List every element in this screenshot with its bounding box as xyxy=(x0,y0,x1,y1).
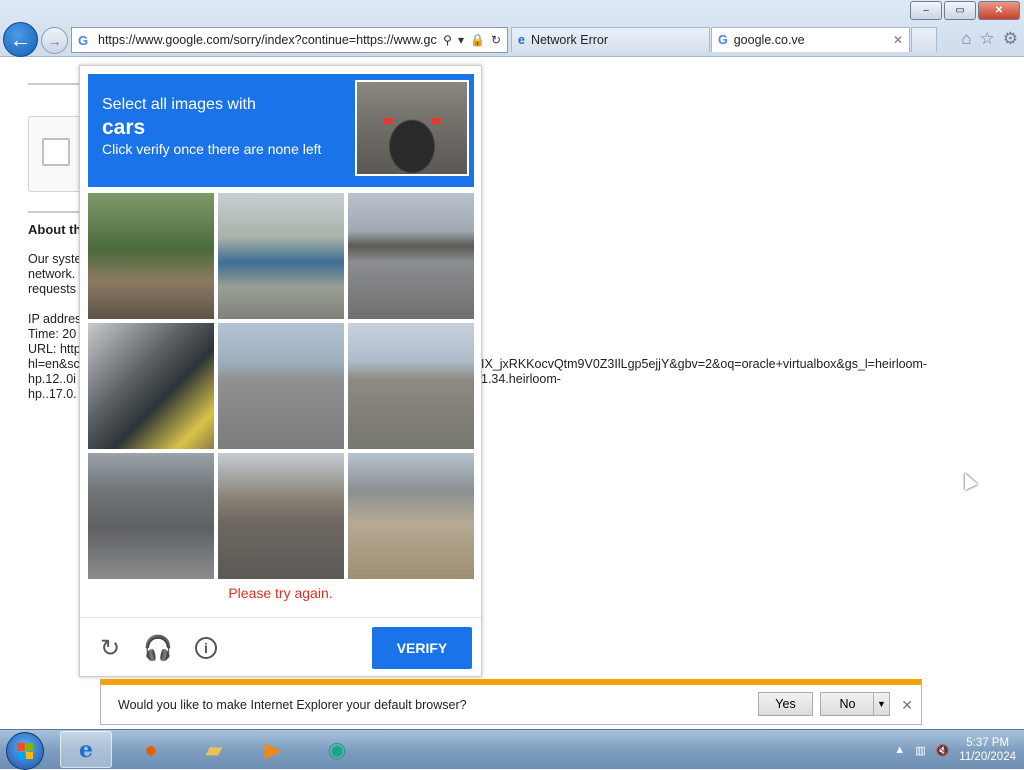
grid-tile[interactable] xyxy=(348,323,474,449)
lock-icon[interactable]: 🔒 xyxy=(470,33,485,47)
grid-tile[interactable] xyxy=(88,193,214,319)
browser-chrome: – ▭ ✕ ← → G https://www.google.com/sorry… xyxy=(0,0,1024,57)
paragraph-line: Our syste xyxy=(28,252,82,266)
forward-button[interactable]: → xyxy=(41,27,68,54)
image-grid xyxy=(88,193,474,579)
url-overflow-line: 1.34.heirloom- xyxy=(481,372,561,386)
file-explorer-icon[interactable]: ▰ xyxy=(188,731,240,768)
recaptcha-dialog: Select all images with cars Click verify… xyxy=(79,65,482,677)
time: 5:37 PM xyxy=(966,737,1010,749)
default-browser-notification: Would you like to make Internet Explorer… xyxy=(100,679,922,725)
mouse-cursor-icon xyxy=(958,469,978,491)
tab-google[interactable]: G google.co.ve ✕ xyxy=(711,27,910,52)
captcha-footer: ↻ 🎧 i VERIFY xyxy=(80,617,481,677)
grid-tile[interactable] xyxy=(348,193,474,319)
ip-line: URL: http xyxy=(28,342,81,356)
google-icon: G xyxy=(718,33,728,47)
system-tray: ▲ ▥ 🔇 5:37 PM 11/20/2024 xyxy=(894,734,1016,766)
internet-explorer-icon[interactable]: e xyxy=(60,731,112,768)
maximize-button[interactable]: ▭ xyxy=(944,1,976,20)
notification-message: Would you like to make Internet Explorer… xyxy=(118,698,467,712)
ie-icon: e xyxy=(518,33,525,47)
taskbar: e ● ▰ ▶ ◉ ▲ ▥ 🔇 5:37 PM 11/20/2024 xyxy=(0,729,1024,770)
forward-arrow-icon: → xyxy=(47,32,62,49)
search-icon[interactable]: ⚲ xyxy=(443,33,452,47)
google-icon: G xyxy=(78,32,89,48)
paragraph-line: requests xyxy=(28,282,76,296)
no-dropdown-icon[interactable]: ▼ xyxy=(873,692,890,716)
captcha-header: Select all images with cars Click verify… xyxy=(88,74,474,187)
clock[interactable]: 5:37 PM 11/20/2024 xyxy=(959,736,1016,764)
window-controls: – ▭ ✕ xyxy=(910,1,1020,20)
dropdown-icon[interactable]: ▾ xyxy=(458,33,464,47)
sample-car-image xyxy=(355,80,469,176)
ip-line: hp.12..0i xyxy=(28,372,76,386)
firefox-icon[interactable]: ● xyxy=(125,731,177,768)
show-hidden-icons-icon[interactable]: ▲ xyxy=(894,744,905,756)
gear-icon[interactable]: ⚙ xyxy=(1003,29,1018,49)
grid-tile[interactable] xyxy=(218,453,344,579)
tab-label: Network Error xyxy=(530,33,609,47)
grid-tile[interactable] xyxy=(218,193,344,319)
ip-line: hp..17.0. xyxy=(28,387,77,401)
url-overflow-line: IX_jxRKKocvQtm9V0Z3IlLgp5ejjY&gbv=2&oq=o… xyxy=(481,357,928,371)
ip-line: Time: 20 xyxy=(28,327,77,341)
yes-button[interactable]: Yes xyxy=(758,692,813,716)
minimize-button[interactable]: – xyxy=(910,1,942,20)
verify-button[interactable]: VERIFY xyxy=(372,627,472,669)
grid-tile[interactable] xyxy=(88,453,214,579)
tab-network-error[interactable]: e Network Error xyxy=(511,27,710,52)
target-object: cars xyxy=(102,116,146,139)
network-icon[interactable]: ▥ xyxy=(915,744,925,757)
close-button[interactable]: ✕ xyxy=(978,1,1020,20)
back-button[interactable]: ← xyxy=(3,22,38,57)
grid-tile[interactable] xyxy=(348,453,474,579)
divider xyxy=(28,83,83,85)
divider xyxy=(28,211,83,213)
close-tab-icon[interactable]: ✕ xyxy=(893,33,903,47)
grid-tile[interactable] xyxy=(88,323,214,449)
address-url[interactable]: https://www.google.com/sorry/index?conti… xyxy=(98,33,437,47)
date: 11/20/2024 xyxy=(959,751,1016,763)
new-tab-button[interactable] xyxy=(911,27,937,52)
app-icon[interactable]: ◉ xyxy=(311,731,363,768)
info-icon[interactable]: i xyxy=(193,635,219,661)
star-icon[interactable]: ☆ xyxy=(980,29,995,49)
close-icon[interactable]: ✕ xyxy=(901,697,913,714)
home-icon[interactable]: ⌂ xyxy=(961,29,971,49)
paragraph-line: network. xyxy=(28,267,76,281)
reload-icon[interactable]: ↻ xyxy=(97,635,123,662)
grid-tile[interactable] xyxy=(218,323,344,449)
ip-line: IP addres xyxy=(28,312,82,326)
recaptcha-checkbox[interactable] xyxy=(42,138,70,166)
headphones-icon[interactable]: 🎧 xyxy=(143,635,173,662)
tab-label: google.co.ve xyxy=(733,33,805,47)
about-heading: About th xyxy=(28,222,82,237)
back-arrow-icon: ← xyxy=(9,26,32,52)
no-button[interactable]: No xyxy=(820,692,875,716)
start-button[interactable] xyxy=(6,732,44,770)
error-message: Please try again. xyxy=(228,585,333,601)
windows-logo-icon xyxy=(17,743,33,759)
volume-muted-icon[interactable]: 🔇 xyxy=(936,744,950,757)
address-bar[interactable]: G https://www.google.com/sorry/index?con… xyxy=(71,27,508,53)
ip-line: hl=en&sc xyxy=(28,357,80,371)
refresh-icon[interactable]: ↻ xyxy=(491,33,501,47)
instruction-text: Select all images with xyxy=(102,96,256,113)
media-player-icon[interactable]: ▶ xyxy=(247,731,299,768)
instruction-subtext: Click verify once there are none left xyxy=(102,141,322,157)
